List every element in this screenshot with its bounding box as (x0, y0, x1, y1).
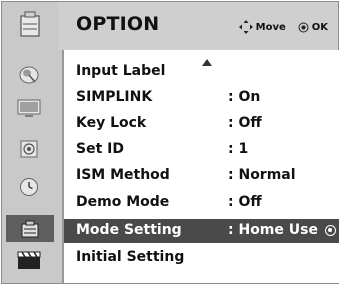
sidebar-item-option[interactable] (6, 215, 54, 242)
sidebar-item-audio[interactable] (10, 136, 48, 161)
menu-item-initial-setting[interactable]: Initial Setting (64, 246, 339, 270)
speaker-icon (20, 140, 38, 157)
category-sidebar (2, 50, 58, 283)
option-menu-panel: OPTION Move OK Input Label SIMPLINK: On… (1, 1, 339, 284)
menu-item-label: SIMPLINK (76, 89, 153, 105)
menu-list: Input Label SIMPLINK : On Key Lock : Off… (62, 50, 339, 283)
menu-item-label: Demo Mode (76, 194, 170, 210)
clapperboard-icon (17, 251, 41, 269)
menu-header: OPTION Move OK (2, 2, 338, 50)
ok-hint-label: OK (311, 21, 328, 33)
menu-item-label: Key Lock (76, 115, 147, 131)
page-title: OPTION (76, 13, 160, 35)
menu-item-key-lock[interactable]: Key Lock : Off (64, 112, 339, 136)
clock-icon (20, 177, 38, 196)
menu-item-ism-method[interactable]: ISM Method : Normal (64, 164, 339, 188)
move-hint-label: Move (255, 21, 286, 33)
menu-item-label: Mode Setting (76, 222, 182, 238)
menu-item-value: : Home Use (228, 222, 318, 238)
header-title-cell: OPTION Move OK (58, 2, 338, 50)
move-arrows-icon (238, 20, 253, 34)
satellite-dish-icon (19, 66, 39, 83)
menu-item-value: : 1 (228, 141, 249, 157)
menu-item-label: Input Label (76, 63, 166, 79)
sidebar-item-setup[interactable] (10, 62, 48, 87)
sidebar-item-picture[interactable] (10, 95, 48, 120)
menu-item-mode-setting[interactable]: Mode Setting : Home Use (64, 219, 339, 243)
ok-button-icon (298, 22, 309, 32)
menu-item-set-id[interactable]: Set ID : 1 (64, 138, 339, 162)
sidebar-item-media[interactable] (10, 247, 48, 272)
menu-item-label: Initial Setting (76, 249, 185, 265)
sidebar-item-time[interactable] (10, 174, 48, 199)
option-box-icon (20, 11, 40, 37)
enter-icon (325, 225, 336, 236)
menu-item-value: : On (228, 89, 261, 105)
menu-item-demo-mode[interactable]: Demo Mode : Off (64, 191, 339, 215)
option-box-icon (21, 220, 39, 237)
menu-item-value: : Normal (228, 167, 296, 183)
monitor-icon (17, 99, 41, 117)
menu-item-label: ISM Method (76, 167, 170, 183)
menu-item-simplink[interactable]: SIMPLINK : On (64, 86, 339, 110)
menu-item-value: : Off (228, 115, 262, 131)
menu-item-label: Set ID (76, 141, 124, 157)
header-icon-cell (2, 2, 58, 50)
menu-item-value: : Off (228, 194, 262, 210)
navigation-hints: Move OK (238, 20, 328, 34)
menu-item-input-label[interactable]: Input Label (64, 60, 339, 84)
